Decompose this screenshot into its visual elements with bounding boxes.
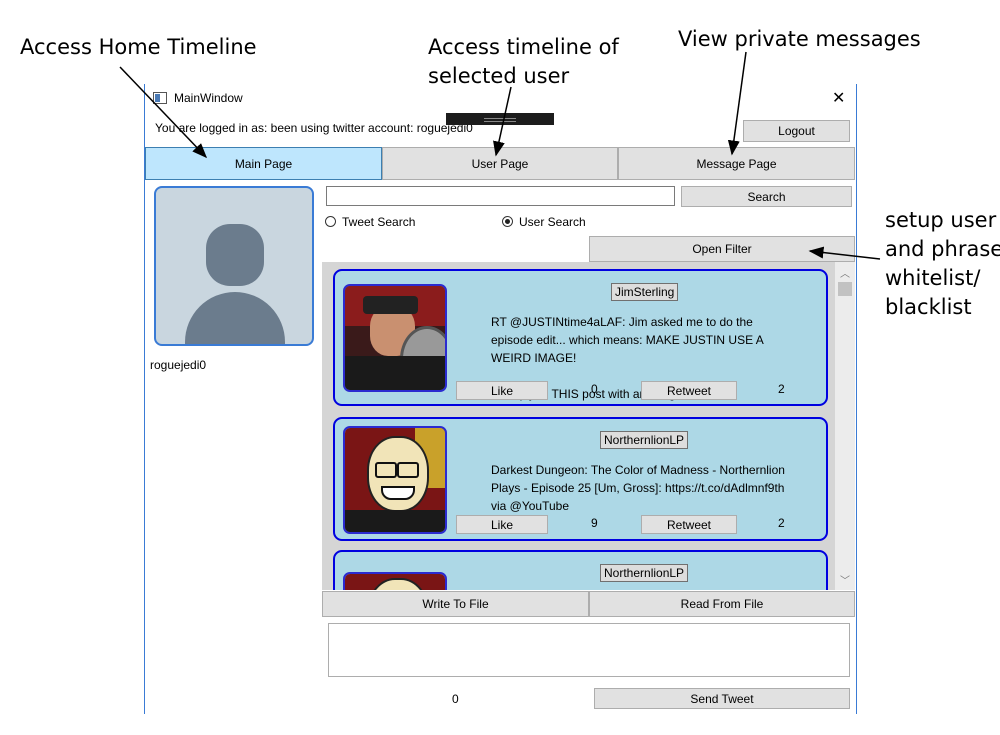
- arrow-user: [493, 86, 512, 157]
- arrow-home: [119, 66, 208, 159]
- annotation-arrows: [119, 51, 881, 260]
- arrow-filter: [808, 246, 881, 260]
- arrow-messages: [727, 51, 747, 156]
